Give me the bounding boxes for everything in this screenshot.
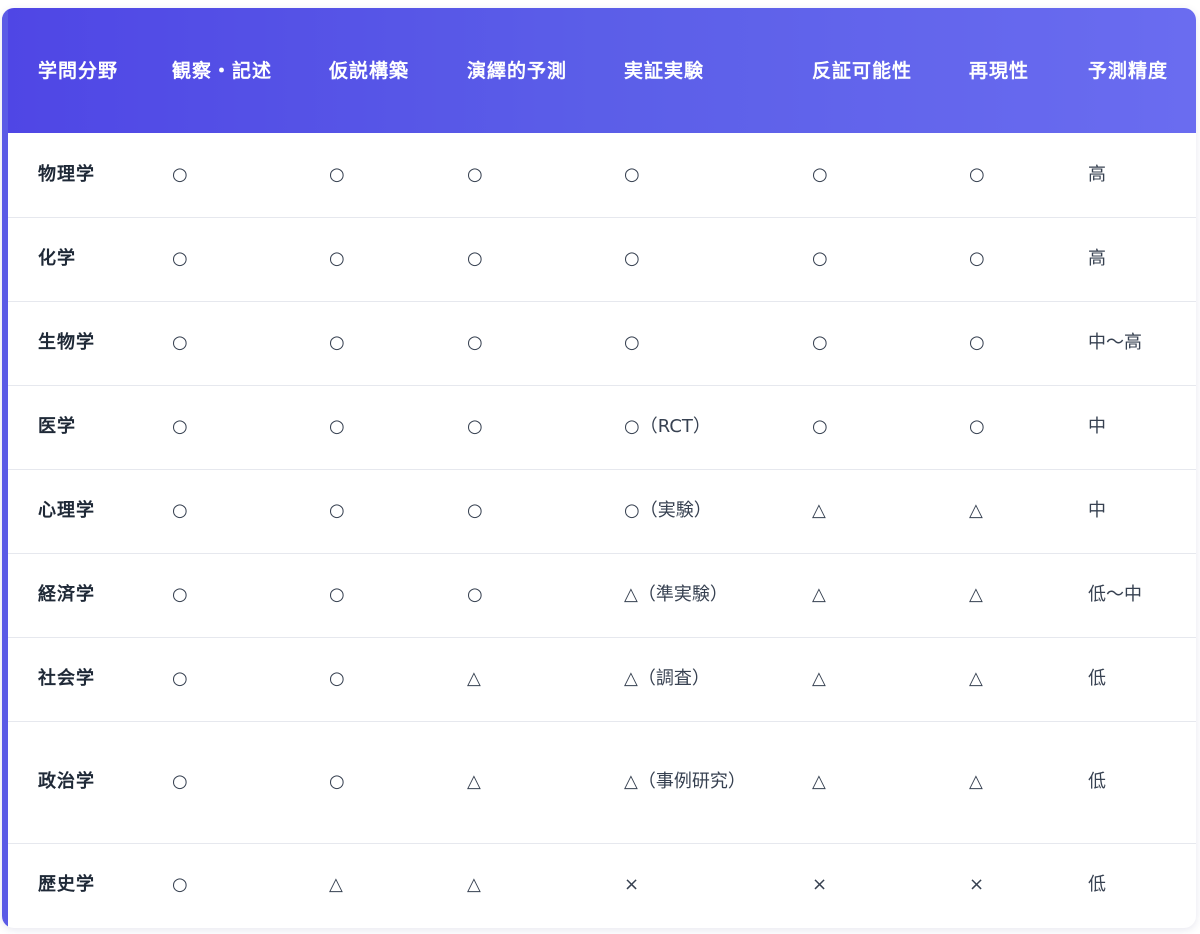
field-cell: 医学 bbox=[38, 416, 76, 437]
table-cell: ○（RCT） bbox=[624, 416, 711, 437]
table-cell: ○ bbox=[329, 332, 345, 353]
table-row: 心理学 ○ ○ ○ ○（実験） △ △ 中 bbox=[2, 469, 1196, 553]
field-cell: 政治学 bbox=[38, 771, 95, 792]
accent-bar bbox=[2, 8, 8, 928]
table-cell: ○ bbox=[172, 771, 188, 792]
table-cell: ○ bbox=[172, 248, 188, 269]
table-row: 政治学 ○ ○ △ △（事例研究） △ △ 低 bbox=[2, 721, 1196, 843]
header-falsifiability: 反証可能性 bbox=[812, 59, 913, 82]
table-cell: △ bbox=[969, 668, 983, 689]
table-header: 学問分野 観察・記述 仮説構築 演繹的予測 実証実験 反証可能性 再現性 予測精… bbox=[2, 8, 1196, 133]
table-cell: ○ bbox=[329, 500, 345, 521]
header-deductive-prediction: 演繹的予測 bbox=[467, 59, 568, 82]
field-cell: 心理学 bbox=[38, 500, 95, 521]
table-cell: △（事例研究） bbox=[624, 771, 746, 792]
table-cell: 低 bbox=[1088, 874, 1106, 896]
table-cell: △（準実験） bbox=[624, 584, 728, 605]
table-cell: ○ bbox=[624, 248, 640, 269]
table-cell: ○ bbox=[969, 163, 985, 185]
field-cell: 社会学 bbox=[38, 668, 95, 689]
table-cell: ○ bbox=[467, 584, 483, 605]
table-cell: 高 bbox=[1088, 163, 1106, 185]
table-cell: ○ bbox=[172, 668, 188, 689]
comparison-table-card: 学問分野 観察・記述 仮説構築 演繹的予測 実証実験 反証可能性 再現性 予測精… bbox=[2, 8, 1196, 928]
table-cell: ○ bbox=[172, 584, 188, 605]
table-cell: × bbox=[624, 874, 640, 896]
header-field: 学問分野 bbox=[38, 59, 119, 82]
table-cell: ○（実験） bbox=[624, 500, 712, 521]
field-cell: 歴史学 bbox=[38, 874, 95, 896]
comparison-table: 学問分野 観察・記述 仮説構築 演繹的予測 実証実験 反証可能性 再現性 予測精… bbox=[2, 8, 1196, 927]
table-cell: ○ bbox=[467, 416, 483, 437]
table-cell: △ bbox=[812, 584, 826, 605]
table-cell: ○ bbox=[812, 163, 828, 185]
table-cell: ○ bbox=[329, 163, 345, 185]
table-cell: △ bbox=[467, 771, 481, 792]
table-cell: △（調査） bbox=[624, 668, 710, 689]
table-cell: ○ bbox=[969, 416, 985, 437]
field-cell: 経済学 bbox=[38, 584, 95, 605]
table-cell: △ bbox=[329, 874, 343, 896]
table-cell: ○ bbox=[329, 248, 345, 269]
table-cell: 中 bbox=[1088, 500, 1106, 521]
table-cell: 高 bbox=[1088, 248, 1106, 269]
header-prediction-accuracy: 予測精度 bbox=[1088, 59, 1169, 82]
field-cell: 生物学 bbox=[38, 332, 95, 353]
table-cell: ○ bbox=[812, 332, 828, 353]
table-cell: △ bbox=[812, 500, 826, 521]
header-hypothesis: 仮説構築 bbox=[329, 59, 410, 82]
table-body: 物理学 ○ ○ ○ ○ ○ ○ 高 化学 ○ ○ ○ ○ ○ ○ 高 生物学 ○… bbox=[2, 133, 1196, 927]
table-cell: △ bbox=[812, 771, 826, 792]
table-cell: △ bbox=[812, 668, 826, 689]
table-cell: ○ bbox=[329, 668, 345, 689]
table-cell: ○ bbox=[329, 416, 345, 437]
table-cell: △ bbox=[467, 668, 481, 689]
header-observation: 観察・記述 bbox=[172, 59, 273, 82]
table-cell: ○ bbox=[172, 874, 188, 896]
table-cell: ○ bbox=[467, 332, 483, 353]
field-cell: 物理学 bbox=[38, 163, 95, 185]
table-cell: △ bbox=[969, 771, 983, 792]
table-cell: ○ bbox=[172, 332, 188, 353]
table-cell: 低～中 bbox=[1088, 584, 1142, 605]
table-cell: ○ bbox=[467, 163, 483, 185]
table-cell: △ bbox=[467, 874, 481, 896]
header-row: 学問分野 観察・記述 仮説構築 演繹的予測 実証実験 反証可能性 再現性 予測精… bbox=[2, 8, 1196, 133]
table-cell: ○ bbox=[624, 163, 640, 185]
table-cell: ○ bbox=[172, 500, 188, 521]
field-cell: 化学 bbox=[38, 248, 76, 269]
table-cell: ○ bbox=[969, 248, 985, 269]
table-row: 医学 ○ ○ ○ ○（RCT） ○ ○ 中 bbox=[2, 385, 1196, 469]
table-cell: × bbox=[969, 874, 985, 896]
table-cell: △ bbox=[969, 584, 983, 605]
table-row: 物理学 ○ ○ ○ ○ ○ ○ 高 bbox=[2, 133, 1196, 217]
table-row: 化学 ○ ○ ○ ○ ○ ○ 高 bbox=[2, 217, 1196, 301]
table-cell: 中～高 bbox=[1088, 332, 1142, 353]
table-row: 歴史学 ○ △ △ × × × 低 bbox=[2, 843, 1196, 927]
table-cell: 低 bbox=[1088, 771, 1106, 792]
table-row: 社会学 ○ ○ △ △（調査） △ △ 低 bbox=[2, 637, 1196, 721]
header-reproducibility: 再現性 bbox=[969, 59, 1030, 82]
table-cell: ○ bbox=[329, 771, 345, 792]
table-cell: △ bbox=[969, 500, 983, 521]
table-cell: 中 bbox=[1088, 416, 1106, 437]
table-cell: ○ bbox=[969, 332, 985, 353]
table-cell: ○ bbox=[467, 248, 483, 269]
table-cell: ○ bbox=[172, 163, 188, 185]
table-cell: × bbox=[812, 874, 828, 896]
table-row: 生物学 ○ ○ ○ ○ ○ ○ 中～高 bbox=[2, 301, 1196, 385]
table-cell: ○ bbox=[329, 584, 345, 605]
table-cell: ○ bbox=[172, 416, 188, 437]
table-cell: 低 bbox=[1088, 668, 1106, 689]
table-cell: ○ bbox=[812, 416, 828, 437]
table-cell: ○ bbox=[624, 332, 640, 353]
table-cell: ○ bbox=[467, 500, 483, 521]
table-row: 経済学 ○ ○ ○ △（準実験） △ △ 低～中 bbox=[2, 553, 1196, 637]
table-cell: ○ bbox=[812, 248, 828, 269]
header-empirical-experiment: 実証実験 bbox=[624, 59, 705, 82]
